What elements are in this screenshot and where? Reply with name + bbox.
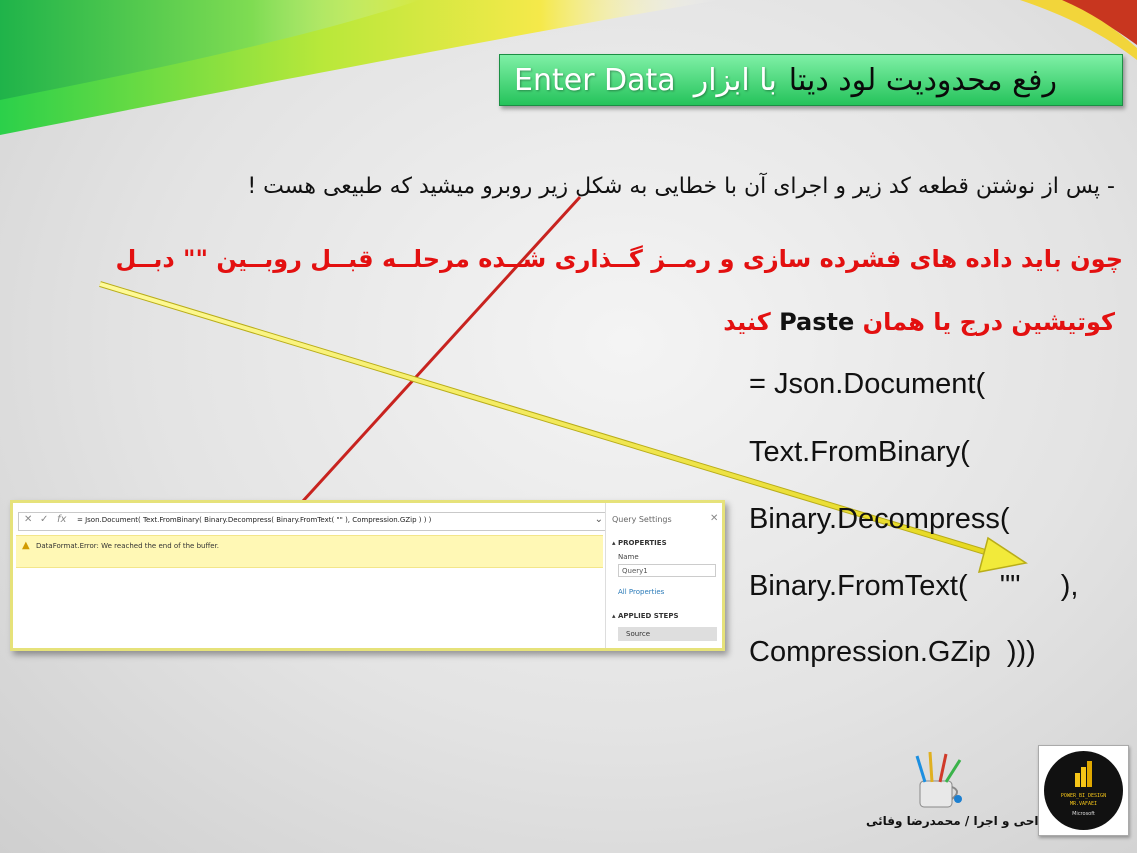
line3-prefix: کوتیشین درج یا همان [862, 308, 1115, 336]
power-bi-design-logo: POWER_BI_DESIGN MR.VAFAEI Microsoft [1038, 745, 1129, 836]
confirm-icon[interactable]: ✓ [40, 514, 48, 525]
error-banner: ▲ DataFormat.Error: We reached the end o… [16, 535, 603, 568]
title-tool-name: Enter Data [514, 62, 676, 98]
power-bi-icon [1075, 761, 1092, 787]
query-name-input[interactable]: Query1 [618, 564, 716, 577]
instruction-line-1: - پس از نوشتن قطعه کد زیر و اجرای آن با … [247, 174, 1115, 199]
instruction-line-2: چون باید داده های فشرده سازی و رمــز گــ… [115, 245, 1123, 273]
instruction-line-3: کوتیشین درج یا همان Paste کنید [723, 308, 1115, 336]
chevron-down-icon[interactable]: ⌄ [595, 514, 603, 525]
logo-text-3: Microsoft [1072, 811, 1095, 817]
code-line-2: Text.FromBinary( [749, 436, 970, 468]
formula-bar[interactable]: ✕ ✓ fx = Json.Document( Text.FromBinary(… [18, 512, 608, 531]
warning-icon: ▲ [22, 540, 30, 551]
title-main: رفع محدودیت لود دیتا [788, 62, 1057, 98]
author-credit: طراحی و اجرا / محمدرضا وفائی [866, 814, 1058, 828]
swoosh-corner-red [1060, 0, 1137, 45]
decorative-graphics [0, 0, 1137, 808]
applied-steps-header: ▴ APPLIED STEPS [612, 612, 679, 620]
line3-paste: Paste [779, 308, 855, 336]
all-properties-link[interactable]: All Properties [618, 588, 664, 596]
code-line-1: = Json.Document( [749, 368, 986, 400]
swoosh-corner-yellow [1020, 0, 1137, 60]
logo-text-2: MR.VAFAEI [1069, 801, 1098, 807]
code-line-5: Compression.GZip ))) [749, 636, 1036, 668]
error-message: DataFormat.Error: We reached the end of … [36, 542, 220, 550]
properties-header: ▴ PROPERTIES [612, 539, 667, 547]
title-connector: با ابزار [693, 62, 777, 98]
title-banner: Enter Data با ابزار رفع محدودیت لود دیتا [499, 54, 1123, 106]
brushes-cup-logo [915, 751, 962, 808]
code-line-3: Binary.Decompress( [749, 503, 1010, 535]
applied-step-source[interactable]: Source [618, 627, 717, 641]
line3-suffix: کنید [723, 308, 771, 336]
code-line-4: Binary.FromText( "" ), [749, 570, 1079, 602]
close-icon[interactable]: ✕ [710, 513, 718, 524]
query-settings-pane: Query Settings ✕ ▴ PROPERTIES Name Query… [605, 503, 722, 648]
logo-text-1: POWER_BI_DESIGN [1060, 793, 1107, 799]
formula-text[interactable]: = Json.Document( Text.FromBinary( Binary… [77, 516, 431, 524]
yellow-arrow-head [977, 536, 1028, 573]
cancel-icon[interactable]: ✕ [24, 514, 32, 525]
swoosh-green-2 [0, 0, 420, 100]
fx-icon[interactable]: fx [57, 514, 66, 525]
query-settings-title: Query Settings [612, 515, 672, 524]
name-label: Name [618, 553, 639, 561]
powerquery-screenshot: ✕ ✓ fx = Json.Document( Text.FromBinary(… [10, 500, 725, 651]
